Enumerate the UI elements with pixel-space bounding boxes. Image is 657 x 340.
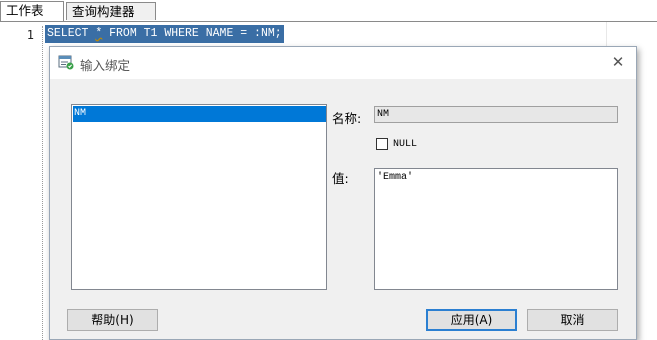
- dialog-title: 输入绑定: [80, 58, 131, 73]
- bind-variable-list[interactable]: NM: [71, 104, 327, 290]
- tab-strip: 工作表 查询构建器: [0, 0, 657, 22]
- help-button[interactable]: 帮助(H): [67, 309, 158, 331]
- bind-variable-icon: [58, 55, 74, 70]
- name-field: NM: [374, 106, 618, 123]
- editor-gutter: [0, 22, 44, 340]
- null-checkbox-label: NULL: [393, 139, 418, 150]
- close-icon[interactable]: ✕: [610, 54, 626, 70]
- dialog-titlebar: 输入绑定 ✕: [50, 47, 636, 79]
- tab-worksheet[interactable]: 工作表: [0, 1, 64, 21]
- name-label: 名称:: [332, 111, 362, 126]
- tab-query-builder[interactable]: 查询构建器: [66, 2, 156, 20]
- sql-part-start: SELECT: [47, 27, 96, 40]
- sql-part-end: FROM T1 WHERE NAME = :NM;: [102, 27, 282, 40]
- value-textarea[interactable]: 'Emma': [374, 168, 618, 290]
- line-number: 1: [26, 28, 34, 42]
- sql-statement[interactable]: SELECT * FROM T1 WHERE NAME = :NM;: [45, 25, 284, 43]
- enter-binds-dialog: 输入绑定 ✕ NM 名称: NM NULL 值: 'Emma' 帮助(H) 应用…: [49, 46, 637, 340]
- apply-button[interactable]: 应用(A): [426, 309, 517, 331]
- fold-guide: [42, 26, 44, 340]
- null-checkbox[interactable]: [376, 138, 388, 150]
- list-item[interactable]: NM: [73, 106, 326, 122]
- cancel-button[interactable]: 取消: [527, 309, 618, 331]
- value-label: 值:: [332, 171, 349, 186]
